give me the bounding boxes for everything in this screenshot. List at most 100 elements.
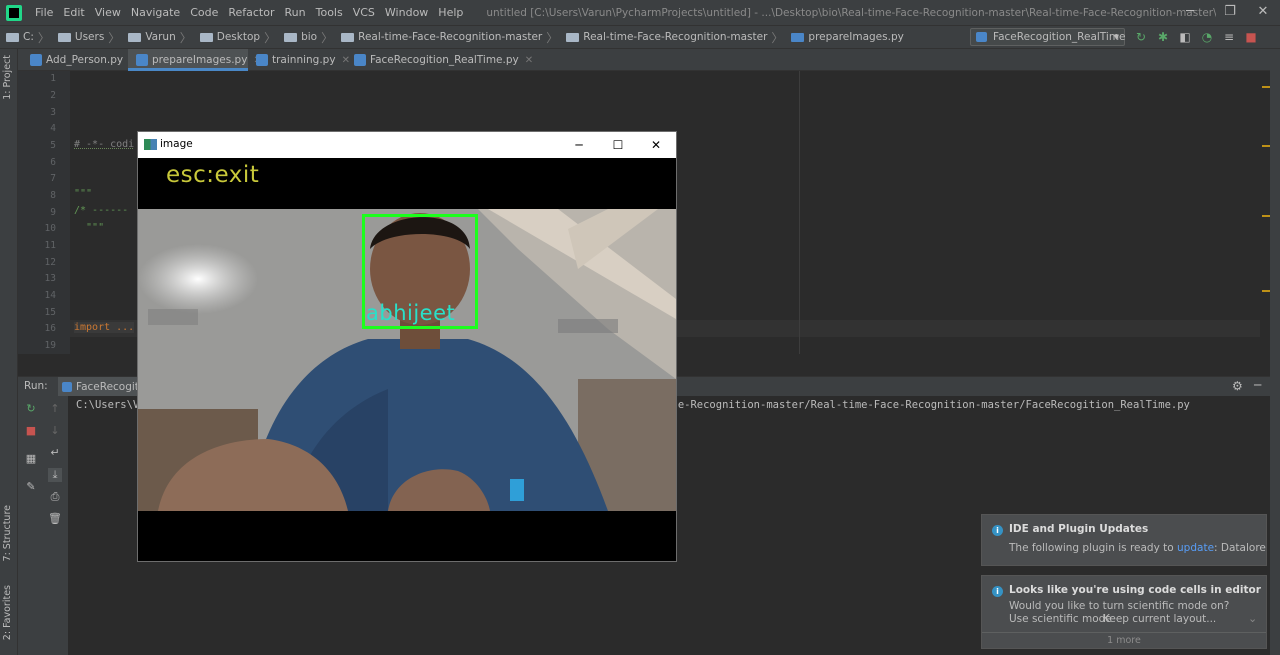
face-name-label: abhijeet <box>366 301 456 325</box>
pycharm-logo-icon <box>6 4 22 21</box>
profile-icon[interactable]: ◔ <box>1200 30 1214 44</box>
image-window-icon <box>144 139 157 150</box>
python-file-icon <box>354 54 366 66</box>
close-tab-icon[interactable]: ✕ <box>525 55 533 66</box>
tab-add-person[interactable]: Add_Person.py✕ <box>22 49 137 71</box>
warning-marker[interactable] <box>1262 215 1270 217</box>
update-link[interactable]: update <box>1177 542 1214 554</box>
rerun-icon[interactable]: ↻ <box>24 402 38 416</box>
breadcrumb: C: 〉 Users 〉 Varun 〉 Desktop 〉 bio 〉 Real-tim… <box>0 25 1280 49</box>
menu-bar: File Edit View Navigate Code Refactor Ru… <box>0 0 1280 25</box>
use-scientific-mode-link[interactable]: Use scientific mode <box>1009 613 1112 625</box>
menu-window[interactable]: Window <box>380 0 433 25</box>
structure-tool-button[interactable]: 7: Structure <box>2 505 13 561</box>
tab-trainning[interactable]: trainning.py ✕ <box>248 49 350 71</box>
notification-title: IDE and Plugin Updates <box>1009 523 1149 535</box>
menu-view[interactable]: View <box>90 0 126 25</box>
folder-icon <box>566 32 580 42</box>
image-window-titlebar[interactable]: image ─ ☐ ✕ <box>138 132 676 158</box>
folder-icon <box>57 32 71 42</box>
menu-refactor[interactable]: Refactor <box>223 0 279 25</box>
breadcrumb-varun[interactable]: Varun 〉 <box>122 29 193 46</box>
layout-icon[interactable]: ▦ <box>24 452 38 466</box>
image-window-title: image <box>160 138 193 150</box>
window-title: untitled [C:\Users\Varun\PycharmProjects… <box>486 6 1217 19</box>
right-tool-strip <box>1270 49 1280 655</box>
python-icon <box>62 382 72 392</box>
concurrency-icon[interactable]: ≡ <box>1222 30 1236 44</box>
scroll-to-end-icon[interactable]: ⤓ <box>48 468 62 482</box>
down-arrow-icon[interactable]: ↓ <box>48 424 62 438</box>
run-label: Run: <box>24 380 48 392</box>
run-configuration-select[interactable]: FaceRecogition_RealTime ▾ <box>970 28 1126 46</box>
python-file-icon <box>30 54 42 66</box>
tab-face-recognition-realtime[interactable]: FaceRecogition_RealTime.py ✕ <box>346 49 533 71</box>
breadcrumb-project-1[interactable]: Real-time-Face-Recognition-master 〉 <box>335 29 560 46</box>
gear-icon[interactable]: ⚙ <box>1232 379 1243 393</box>
breadcrumb-bio[interactable]: bio 〉 <box>278 29 335 46</box>
menu-edit[interactable]: Edit <box>58 0 89 25</box>
chevron-down-icon[interactable]: ⌄ <box>1248 612 1257 625</box>
stop-icon[interactable]: ■ <box>24 424 38 438</box>
left-tool-strip: 1: Project 7: Structure 2: Favorites <box>0 49 18 655</box>
breadcrumb-file[interactable]: prepareImages.py <box>785 31 904 43</box>
soft-wrap-icon[interactable]: ↵ <box>48 446 62 460</box>
right-margin-guide <box>799 71 800 354</box>
menu-vcs[interactable]: VCS <box>348 0 380 25</box>
info-icon: i <box>992 586 1003 597</box>
menu-code[interactable]: Code <box>185 0 223 25</box>
run-toolbar: ↻ ↑ ■ ↓ ↵ ▦ ⤓ ✎ ⎙ 🗑 <box>18 396 68 655</box>
webcam-photo: abhijeet <box>138 209 676 511</box>
breadcrumb-users[interactable]: Users 〉 <box>52 29 122 46</box>
project-tool-button[interactable]: 1: Project <box>2 55 13 100</box>
breadcrumb-project-2[interactable]: Real-time-Face-Recognition-master 〉 <box>560 29 785 46</box>
warning-marker[interactable] <box>1262 86 1270 88</box>
up-arrow-icon[interactable]: ↑ <box>48 402 62 416</box>
close-icon[interactable]: ✕ <box>641 136 671 154</box>
notification-body: Would you like to turn scientific mode o… <box>1009 600 1230 612</box>
menu-run[interactable]: Run <box>280 0 311 25</box>
info-icon: i <box>992 525 1003 536</box>
menu-help[interactable]: Help <box>433 0 468 25</box>
close-icon[interactable]: ✕ <box>1240 0 1280 25</box>
keep-current-layout-link[interactable]: Keep current layout... <box>1103 613 1216 625</box>
stop-icon[interactable]: ■ <box>1244 30 1258 44</box>
pin-icon[interactable]: ✎ <box>24 480 38 494</box>
favorites-tool-button[interactable]: 2: Favorites <box>2 585 13 640</box>
folder-icon <box>341 32 355 42</box>
minimize-icon[interactable]: ─ <box>564 136 594 154</box>
line-number-gutter: 1 2 3 4 5 6 7 8 9 10 11 12 13 14 15 16 1… <box>18 71 70 354</box>
python-file-icon <box>136 54 148 66</box>
trash-icon[interactable]: 🗑 <box>48 512 62 526</box>
warning-marker[interactable] <box>1262 290 1270 292</box>
more-notifications-link[interactable]: 1 more <box>982 635 1266 646</box>
python-icon <box>976 32 987 42</box>
print-icon[interactable]: ⎙ <box>48 490 62 504</box>
image-window[interactable]: image ─ ☐ ✕ esc:exit abhijeet <box>137 131 677 562</box>
editor-tabs: Add_Person.py✕ prepareImages.py✕ trainni… <box>18 49 1280 71</box>
python-file-icon <box>256 54 268 66</box>
debug-icon[interactable]: ✱ <box>1156 30 1170 44</box>
warning-marker[interactable] <box>1262 145 1270 147</box>
coverage-icon[interactable]: ◧ <box>1178 30 1192 44</box>
menu-tools[interactable]: Tools <box>311 0 348 25</box>
chevron-down-icon: ▾ <box>1113 31 1119 43</box>
breadcrumb-drive[interactable]: C: 〉 <box>0 29 52 46</box>
menu-file[interactable]: File <box>30 0 58 25</box>
maximize-icon[interactable]: ☐ <box>603 136 633 154</box>
notification-code-cells[interactable]: i Looks like you're using code cells in … <box>981 575 1267 649</box>
menu-navigate[interactable]: Navigate <box>126 0 185 25</box>
notification-title: Looks like you're using code cells in ed… <box>1009 584 1261 596</box>
folder-icon <box>199 32 213 42</box>
notification-plugin-updates[interactable]: i IDE and Plugin Updates The following p… <box>981 514 1267 566</box>
hide-panel-icon[interactable]: ─ <box>1254 378 1261 392</box>
tab-prepare-images[interactable]: prepareImages.py✕ <box>128 49 262 71</box>
python-file-icon <box>791 32 805 42</box>
editor-scrollbar[interactable] <box>1260 71 1270 354</box>
esc-exit-overlay: esc:exit <box>166 162 260 188</box>
folder-icon <box>284 32 298 42</box>
camera-frame: esc:exit abhijeet <box>138 158 676 561</box>
drive-icon <box>6 32 19 42</box>
rerun-icon[interactable]: ↻ <box>1134 30 1148 44</box>
breadcrumb-desktop[interactable]: Desktop 〉 <box>194 29 278 46</box>
